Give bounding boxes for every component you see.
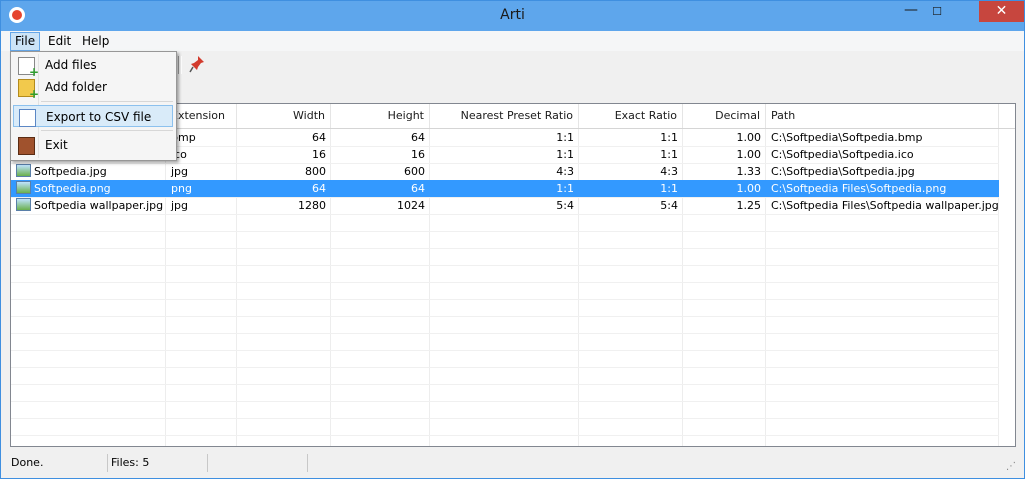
- image-file-icon: [16, 181, 31, 194]
- cell-nearest-ratio: 1:1: [556, 182, 574, 195]
- cell-decimal: 1.00: [736, 148, 762, 161]
- cell-exact-ratio: 1:1: [660, 131, 678, 144]
- menu-file[interactable]: File: [10, 32, 41, 51]
- column-header-width[interactable]: Width: [237, 104, 331, 128]
- empty-row: [11, 214, 999, 232]
- column-header-nearest-ratio[interactable]: Nearest Preset Ratio: [430, 104, 579, 128]
- cell-decimal: 1.33: [736, 165, 762, 178]
- empty-row: [11, 316, 999, 334]
- menu-item-add-files[interactable]: Add files: [13, 54, 173, 78]
- app-window: Arti — ☐ ✕ File Edit Help Extension Widt…: [0, 0, 1025, 479]
- menu-bar: File Edit Help: [1, 31, 1024, 51]
- status-text: Done.: [7, 454, 108, 472]
- cell-extension: jpg: [171, 199, 189, 212]
- title-bar[interactable]: Arti — ☐ ✕: [1, 1, 1024, 31]
- cell-name: Softpedia wallpaper.jpg: [11, 197, 166, 214]
- cell-decimal: 1.00: [736, 182, 762, 195]
- minimize-button[interactable]: —: [898, 1, 924, 22]
- empty-row: [11, 401, 999, 419]
- window-title: Arti: [500, 7, 525, 23]
- csv-icon: [19, 109, 36, 127]
- cell-name: Softpedia.jpg: [11, 163, 166, 180]
- status-pane-empty: [207, 454, 308, 472]
- empty-row: [11, 350, 999, 368]
- maximize-button[interactable]: ☐: [924, 1, 950, 22]
- toolbar-separator: [178, 56, 179, 74]
- close-button[interactable]: ✕: [979, 1, 1024, 22]
- status-bar: Done. Files: 5: [1, 451, 1024, 478]
- table-row[interactable]: Softpedia wallpaper.jpg jpg 1280 1024 5:…: [11, 197, 999, 215]
- menu-item-add-folder[interactable]: Add folder: [13, 76, 173, 100]
- table-row[interactable]: Softpedia.jpg jpg 800 600 4:3 4:3 1.33 C…: [11, 163, 999, 181]
- cell-height: 64: [411, 131, 425, 144]
- resize-grip-icon[interactable]: ⋰: [1006, 460, 1020, 474]
- column-header-height[interactable]: Height: [331, 104, 430, 128]
- cell-exact-ratio: 1:1: [660, 148, 678, 161]
- file-menu-dropdown: Add files Add folder Export to CSV file …: [10, 51, 177, 161]
- cell-decimal: 1.00: [736, 131, 762, 144]
- image-file-icon: [16, 164, 31, 177]
- cell-path: C:\Softpedia\Softpedia.jpg: [771, 165, 915, 178]
- empty-row: [11, 265, 999, 283]
- menu-help[interactable]: Help: [78, 33, 113, 50]
- empty-row: [11, 384, 999, 402]
- menu-item-export-csv[interactable]: Export to CSV file: [13, 105, 173, 127]
- image-file-icon: [16, 198, 31, 211]
- cell-nearest-ratio: 4:3: [556, 165, 574, 178]
- cell-nearest-ratio: 1:1: [556, 148, 574, 161]
- cell-path: C:\Softpedia\Softpedia.ico: [771, 148, 914, 161]
- exit-icon: [18, 137, 35, 155]
- cell-width: 64: [312, 131, 326, 144]
- cell-extension: png: [171, 182, 192, 195]
- empty-row: [11, 299, 999, 317]
- table-row-selected[interactable]: Softpedia.png png 64 64 1:1 1:1 1.00 C:\…: [11, 180, 999, 198]
- add-files-icon: [18, 57, 39, 78]
- menu-separator: [41, 130, 173, 131]
- cell-path: C:\Softpedia Files\Softpedia.png: [771, 182, 947, 195]
- cell-width: 16: [312, 148, 326, 161]
- cell-exact-ratio: 5:4: [660, 199, 678, 212]
- cell-nearest-ratio: 1:1: [556, 131, 574, 144]
- menu-separator: [41, 101, 173, 102]
- cell-height: 64: [411, 182, 425, 195]
- add-folder-icon: [18, 79, 39, 100]
- cell-nearest-ratio: 5:4: [556, 199, 574, 212]
- cell-path: C:\Softpedia\Softpedia.bmp: [771, 131, 923, 144]
- cell-decimal: 1.25: [736, 199, 762, 212]
- file-count: Files: 5: [107, 454, 208, 472]
- cell-width: 800: [305, 165, 326, 178]
- empty-row: [11, 333, 999, 351]
- empty-row: [11, 248, 999, 266]
- cell-height: 16: [411, 148, 425, 161]
- cell-height: 600: [404, 165, 425, 178]
- cell-extension: jpg: [171, 165, 189, 178]
- cell-width: 1280: [298, 199, 326, 212]
- column-header-decimal[interactable]: Decimal: [683, 104, 766, 128]
- cell-width: 64: [312, 182, 326, 195]
- cell-path: C:\Softpedia Files\Softpedia wallpaper.j…: [771, 199, 999, 212]
- cell-exact-ratio: 4:3: [660, 165, 678, 178]
- column-header-exact-ratio[interactable]: Exact Ratio: [579, 104, 683, 128]
- pin-icon[interactable]: [189, 55, 205, 73]
- empty-row: [11, 282, 999, 300]
- empty-row: [11, 367, 999, 385]
- menu-item-exit[interactable]: Exit: [13, 134, 173, 156]
- cell-exact-ratio: 1:1: [660, 182, 678, 195]
- toolbar-separator-highlight: [181, 56, 182, 74]
- column-header-path[interactable]: Path: [766, 104, 999, 128]
- menu-edit[interactable]: Edit: [44, 33, 75, 50]
- cell-name: Softpedia.png: [11, 180, 166, 197]
- empty-row: [11, 418, 999, 436]
- empty-row: [11, 231, 999, 249]
- cell-height: 1024: [397, 199, 425, 212]
